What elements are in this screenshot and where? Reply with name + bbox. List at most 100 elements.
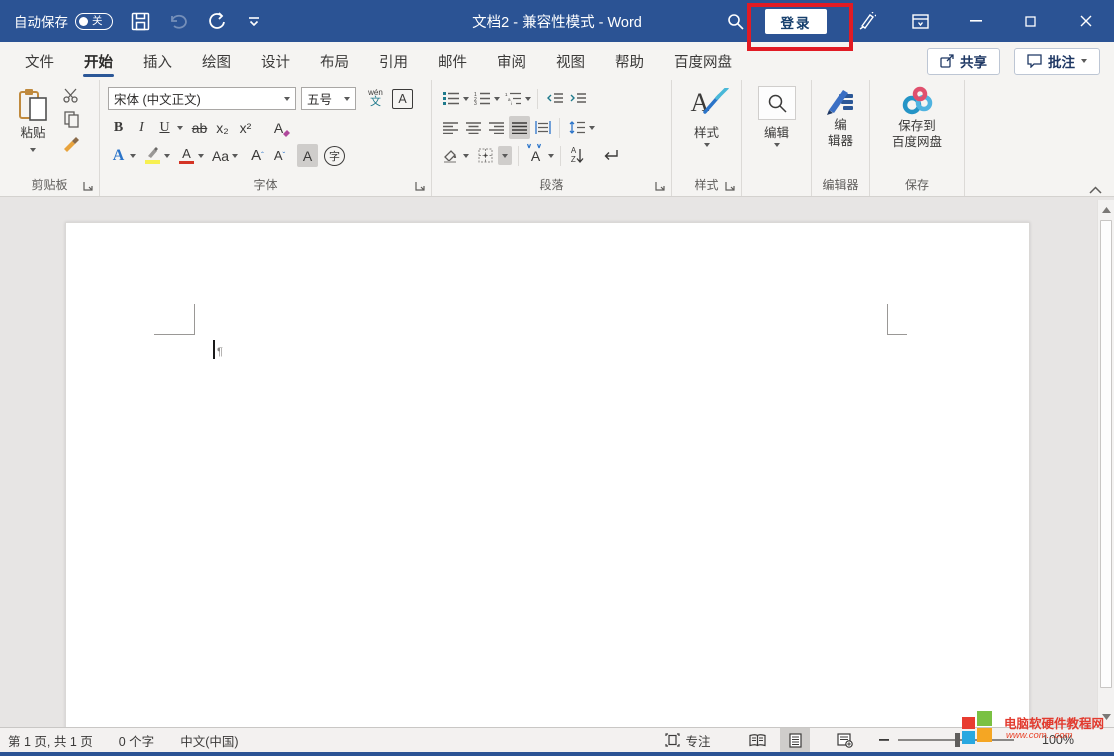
text-effects-dropdown-icon[interactable] [130,154,136,158]
increase-indent-icon[interactable] [567,87,588,110]
character-shading-button[interactable]: A [297,144,318,167]
vertical-scrollbar[interactable] [1097,200,1114,727]
distribute-icon[interactable] [532,116,553,139]
bold-button[interactable]: B [108,116,129,139]
toggle-off-icon[interactable]: 关 [75,13,113,30]
tab-home[interactable]: 开始 [69,42,128,80]
collapse-ribbon-icon[interactable] [1089,186,1102,194]
copy-icon[interactable] [64,111,79,128]
format-painter-icon[interactable] [62,136,80,152]
italic-button[interactable]: I [131,116,152,139]
highlight-color-button[interactable] [142,144,163,167]
ribbon-display-options-icon[interactable] [905,0,935,42]
comments-button[interactable]: 批注 [1014,48,1100,75]
dialog-launcher-icon[interactable] [655,181,666,192]
undo-icon[interactable] [167,8,189,34]
numbering-dropdown-icon[interactable] [494,97,500,101]
multilevel-dropdown-icon[interactable] [525,97,531,101]
paste-button[interactable]: 粘贴 [10,88,56,155]
tab-layout[interactable]: 布局 [305,42,364,80]
tab-insert[interactable]: 插入 [128,42,187,80]
cut-icon[interactable] [63,88,80,103]
word-count-status[interactable]: 0 个字 [119,731,154,750]
align-center-icon[interactable] [463,116,484,139]
tab-view[interactable]: 视图 [541,42,600,80]
zoom-out-button[interactable] [876,728,892,752]
align-right-icon[interactable] [486,116,507,139]
dialog-launcher-icon[interactable] [83,181,94,192]
asian-layout-button[interactable]: A [525,144,546,167]
minimize-button[interactable] [958,0,994,42]
web-layout-button[interactable] [830,728,860,752]
numbering-icon[interactable]: 123 [471,87,492,110]
superscript-button[interactable]: x² [235,116,256,139]
focus-mode-button[interactable]: 专注 [655,728,721,752]
autosave-toggle[interactable]: 自动保存 关 [14,11,113,31]
save-icon[interactable] [129,8,151,34]
change-case-dropdown-icon[interactable] [232,154,238,158]
login-button[interactable]: 登录 [765,9,827,34]
language-status[interactable]: 中文(中国) [180,731,238,750]
multilevel-list-icon[interactable]: 1ai [502,87,523,110]
line-spacing-icon[interactable] [566,116,587,139]
dialog-launcher-icon[interactable] [725,181,736,192]
scroll-down-icon[interactable] [1098,709,1114,725]
page-count-status[interactable]: 第 1 页, 共 1 页 [8,731,93,750]
decrease-indent-icon[interactable] [544,87,565,110]
dialog-launcher-icon[interactable] [415,181,426,192]
tab-baidu-netdisk[interactable]: 百度网盘 [659,42,747,80]
line-spacing-dropdown-icon[interactable] [589,126,595,130]
grow-font-button[interactable]: Aˆ [247,144,268,167]
tab-mailings[interactable]: 邮件 [423,42,482,80]
enclose-characters-button[interactable]: 字 [324,146,345,166]
share-button[interactable]: 共享 [927,48,1000,75]
show-marks-icon[interactable] [600,144,621,167]
font-name-select[interactable]: 宋体 (中文正文) [108,87,296,110]
maximize-button[interactable] [1012,0,1048,42]
tab-references[interactable]: 引用 [364,42,423,80]
document-page[interactable]: ¶ [65,222,1030,727]
tab-review[interactable]: 审阅 [482,42,541,80]
save-to-baidu-button[interactable]: 保存到 百度网盘 [870,86,964,151]
scroll-up-icon[interactable] [1098,202,1114,218]
customize-qat-icon[interactable] [243,8,265,34]
justify-icon[interactable] [509,116,530,139]
ink-pen-icon[interactable] [852,0,882,42]
font-size-select[interactable]: 五号 [301,87,356,110]
bullets-icon[interactable] [440,87,461,110]
shrink-font-button[interactable]: Aˇ [269,144,290,167]
text-effects-button[interactable]: A [108,144,129,167]
zoom-slider-thumb[interactable] [955,733,960,747]
subscript-button[interactable]: x₂ [212,116,233,139]
highlight-dropdown-icon[interactable] [164,154,170,158]
zoom-level[interactable]: 100% [1042,728,1074,752]
borders-dropdown-icon[interactable] [498,146,512,165]
bullets-dropdown-icon[interactable] [463,97,469,101]
editor-button[interactable]: 编 辑器 [812,86,869,149]
sort-icon[interactable]: A Z [567,144,588,167]
shading-dropdown-icon[interactable] [463,154,469,158]
close-button[interactable] [1066,0,1106,42]
search-icon[interactable] [720,0,750,42]
tab-draw[interactable]: 绘图 [187,42,246,80]
phonetic-guide-button[interactable]: wén 文 [365,87,386,110]
font-color-dropdown-icon[interactable] [198,154,204,158]
underline-button[interactable]: U [154,116,175,139]
align-left-icon[interactable] [440,116,461,139]
change-case-button[interactable]: Aa [210,144,231,167]
asian-layout-dropdown-icon[interactable] [548,154,554,158]
scrollbar-thumb[interactable] [1100,220,1112,688]
borders-icon[interactable] [475,144,496,167]
editing-button[interactable]: 编辑 [742,86,811,147]
underline-dropdown-icon[interactable] [177,126,183,130]
clear-formatting-button[interactable]: A [268,116,289,139]
shading-icon[interactable] [440,144,461,167]
print-layout-button[interactable] [780,728,810,752]
strikethrough-button[interactable]: ab [189,116,210,139]
styles-button[interactable]: A 样式 [672,86,741,147]
redo-icon[interactable] [205,8,227,34]
tab-file[interactable]: 文件 [10,42,69,80]
tab-design[interactable]: 设计 [246,42,305,80]
font-color-button[interactable]: A [176,144,197,167]
character-border-button[interactable]: A [392,89,413,109]
